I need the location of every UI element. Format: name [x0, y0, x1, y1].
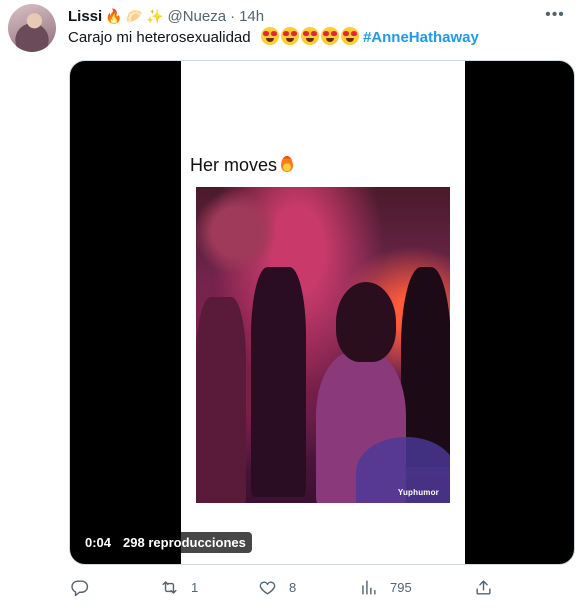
video-thumbnail: Yuphumor — [196, 187, 450, 503]
heart-eyes-emoji-icon — [259, 27, 363, 46]
user-handle[interactable]: @Nueza — [168, 8, 227, 25]
like-button[interactable]: 8 — [258, 575, 296, 599]
tweet[interactable]: Lissi 🔥 🥟 ✨ @Nueza · 14h ••• Carajo mi h… — [0, 0, 579, 616]
share-button[interactable] — [474, 575, 493, 599]
tweet-text: Carajo mi heterosexualidad #AnneHathaway — [68, 27, 479, 48]
display-name[interactable]: Lissi — [68, 8, 102, 25]
video-player[interactable]: Her moves Yuphumor 0:04 298 reproduccion… — [69, 60, 575, 565]
video-status-badge: 0:04 298 reproducciones — [79, 532, 252, 553]
retweet-count: 1 — [191, 579, 199, 595]
sparkles-emoji-icon: ✨ — [146, 7, 164, 24]
reply-button[interactable] — [70, 575, 89, 599]
video-caption-text: Her moves — [190, 155, 278, 175]
reply-icon — [71, 579, 89, 596]
views-button[interactable]: 795 — [359, 575, 412, 599]
retweet-button[interactable]: 1 — [160, 575, 198, 599]
fire-emoji-icon: 🔥 — [105, 7, 123, 24]
video-time: 0:04 — [85, 535, 112, 550]
video-watermark: Yuphumor — [397, 488, 439, 497]
dumpling-emoji-icon: 🥟 — [125, 7, 144, 24]
action-bar: 1 8 795 — [66, 575, 506, 599]
retweet-icon — [162, 580, 177, 594]
tweet-header: Lissi 🔥 🥟 ✨ @Nueza · 14h — [68, 5, 264, 27]
fire-emoji-icon — [281, 156, 294, 172]
timestamp[interactable]: 14h — [239, 8, 264, 25]
share-icon — [476, 579, 491, 595]
more-horizontal-icon[interactable]: ••• — [543, 4, 567, 26]
hashtag-link[interactable]: #AnneHathaway — [363, 29, 479, 46]
avatar[interactable] — [8, 4, 56, 52]
tweet-body: Carajo mi heterosexualidad — [68, 29, 251, 46]
separator-dot: · — [230, 7, 236, 25]
like-count: 8 — [289, 579, 297, 595]
video-frame: Her moves Yuphumor — [181, 61, 465, 564]
views-count: 795 — [390, 579, 412, 595]
video-caption: Her moves — [190, 155, 294, 176]
heart-icon — [259, 581, 276, 595]
video-views: 298 reproducciones — [123, 535, 246, 550]
views-chart-icon — [362, 579, 376, 595]
